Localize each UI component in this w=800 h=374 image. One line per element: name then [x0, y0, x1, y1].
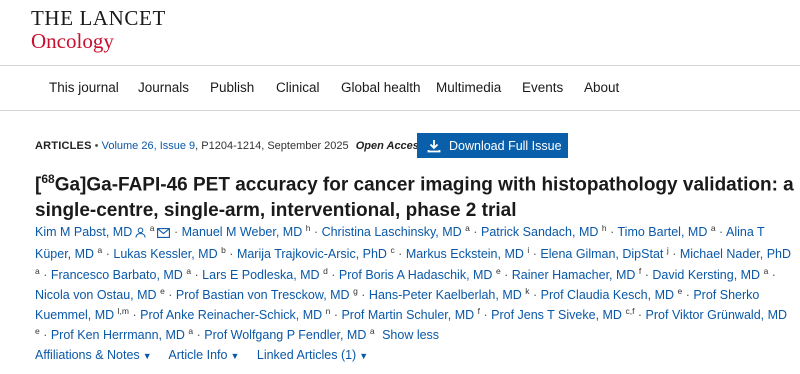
nav-journals[interactable]: Journals — [138, 80, 189, 95]
author-separator: · — [357, 287, 369, 302]
meta-separator: • — [94, 140, 102, 152]
author-link[interactable]: David Kersting, MD — [652, 268, 760, 282]
author-separator: · — [480, 308, 492, 323]
author-link[interactable]: Prof Claudia Kesch, MD — [541, 288, 674, 302]
download-full-issue-button[interactable]: Download Full Issue — [417, 133, 568, 158]
author-link[interactable]: Lukas Kessler, MD — [113, 247, 217, 261]
author-link[interactable]: Prof Anke Reinacher-Schick, MD — [140, 308, 322, 322]
author-link[interactable]: Rainer Hamacher, MD — [512, 268, 636, 282]
nav-multimedia[interactable]: Multimedia — [436, 80, 501, 95]
author-separator: · — [641, 267, 653, 282]
nav-global-health[interactable]: Global health — [341, 80, 421, 95]
download-label: Download Full Issue — [449, 138, 562, 153]
author-link[interactable]: Francesco Barbato, MD — [51, 268, 183, 282]
author-link[interactable]: Prof Ken Herrmann, MD — [51, 328, 185, 342]
author-separator: · — [634, 308, 646, 323]
chevron-down-icon: ▼ — [230, 351, 240, 361]
author-link[interactable]: Markus Eckstein, MD — [406, 247, 524, 261]
author-separator: · — [500, 267, 512, 282]
linked-articles-label: Linked Articles (1) — [256, 348, 357, 362]
author-link[interactable]: Manuel M Weber, MD — [182, 225, 303, 239]
author-link[interactable]: Michael Nader, PhD — [680, 247, 791, 261]
author-link[interactable]: Lars E Podleska, MD — [202, 268, 319, 282]
author-separator: · — [310, 225, 322, 239]
download-icon — [427, 139, 441, 152]
volume-link[interactable]: Volume 26, Issue 9 — [102, 140, 196, 152]
article-info-label: Article Info — [168, 348, 228, 362]
author-link[interactable]: Prof Martin Schuler, MD — [341, 308, 474, 322]
author-link[interactable]: Prof Boris A Hadaschik, MD — [339, 268, 493, 282]
person-icon — [135, 224, 146, 244]
author-separator: · — [327, 267, 339, 282]
journal-logo[interactable]: THE LANCET Oncology — [31, 6, 166, 52]
title-rest: Ga]Ga-FAPI-46 PET accuracy for cancer im… — [35, 174, 794, 222]
affiliation-marker: a — [369, 326, 375, 337]
author-link[interactable]: Timo Bartel, MD — [618, 225, 708, 239]
author-separator: · — [469, 225, 481, 239]
author-link[interactable]: Marija Trajkovic-Arsic, PhD — [237, 247, 387, 261]
author-separator: · — [102, 247, 114, 262]
author-link[interactable]: Kim M Pabst, MD — [35, 225, 132, 239]
linked-articles-link[interactable]: Linked Articles (1) ▼ — [257, 348, 368, 362]
author-separator: · — [715, 225, 726, 239]
show-less-link[interactable]: Show less — [382, 328, 439, 342]
affiliation-marker: l,m — [117, 306, 130, 317]
nav-events[interactable]: Events — [522, 80, 563, 95]
author-separator: · — [39, 267, 51, 282]
author-separator: · — [606, 225, 618, 239]
author-separator: · — [225, 247, 237, 262]
author-separator: · — [529, 287, 541, 302]
author-link[interactable]: Patrick Sandach, MD — [481, 225, 598, 239]
author-separator: · — [170, 225, 182, 239]
author-separator: · — [529, 247, 541, 262]
article-info-link[interactable]: Article Info ▼ — [168, 348, 239, 362]
author-link[interactable]: Christina Laschinsky, MD — [322, 225, 462, 239]
logo-subtitle: Oncology — [31, 29, 114, 53]
affiliations-notes-label: Affiliations & Notes — [35, 348, 140, 362]
nav-this-journal[interactable]: This journal — [49, 80, 119, 95]
article-meta: ARTICLES • Volume 26, Issue 9, P1204-121… — [35, 140, 425, 152]
author-separator: · — [129, 308, 141, 323]
nav-about[interactable]: About — [584, 80, 619, 95]
main-nav: This journal Journals Publish Clinical G… — [0, 65, 800, 111]
affiliations-notes-link[interactable]: Affiliations & Notes ▼ — [35, 348, 152, 362]
open-access-label: Open Access — [355, 140, 426, 152]
author-separator: · — [330, 308, 342, 323]
author-separator: · — [193, 328, 205, 343]
chevron-down-icon: ▼ — [142, 351, 152, 361]
article-title: [68Ga]Ga-FAPI-46 PET accuracy for cancer… — [35, 166, 795, 224]
author-link[interactable]: Prof Jens T Siveke, MD — [491, 308, 622, 322]
article-type: ARTICLES — [35, 140, 92, 152]
author-link[interactable]: Elena Gilman, DipStat — [540, 247, 663, 261]
affiliation-marker: a — [149, 222, 155, 233]
author-separator: · — [39, 328, 51, 343]
author-link[interactable]: Prof Bastian von Tresckow, MD — [176, 288, 350, 302]
author-separator: · — [768, 267, 776, 282]
author-separator: · — [191, 267, 203, 282]
author-link[interactable]: Hans-Peter Kaelberlah, MD — [369, 288, 522, 302]
chevron-down-icon: ▼ — [359, 351, 369, 361]
author-list: Kim M Pabst, MD a · Manuel M Weber, MD h… — [35, 222, 795, 346]
email-icon[interactable] — [157, 224, 171, 244]
nav-publish[interactable]: Publish — [210, 80, 254, 95]
author-link[interactable]: Prof Wolfgang P Fendler, MD — [204, 328, 366, 342]
article-tabs: Affiliations & Notes ▼ Article Info ▼ Link… — [35, 348, 382, 362]
author-link[interactable]: Prof Viktor Grünwald, MD — [646, 308, 787, 322]
pages-text: , P1204-1214, September 2025 — [195, 140, 349, 152]
author-separator: · — [164, 287, 176, 302]
author-separator: · — [668, 247, 680, 262]
logo-title: THE LANCET — [31, 6, 166, 30]
isotope-number: 68 — [41, 172, 55, 186]
author-separator: · — [682, 287, 694, 302]
author-separator: · — [394, 247, 406, 262]
nav-clinical[interactable]: Clinical — [276, 80, 320, 95]
author-link[interactable]: Nicola von Ostau, MD — [35, 288, 157, 302]
